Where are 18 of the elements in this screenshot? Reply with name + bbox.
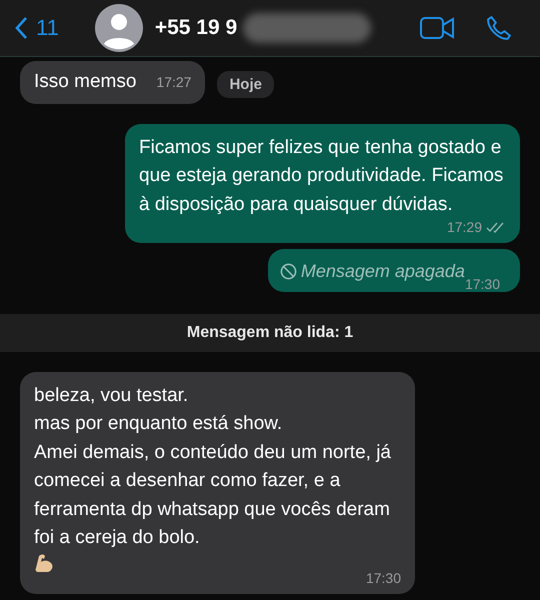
message-text: Isso memso	[34, 71, 136, 92]
video-call-icon[interactable]	[420, 17, 454, 39]
back-button[interactable]: 11	[14, 15, 59, 41]
prohibited-icon	[280, 262, 297, 280]
avatar-icon[interactable]	[94, 4, 143, 52]
message-time: 17:29	[446, 219, 482, 235]
back-chevron-icon	[14, 16, 28, 40]
message-text: Ficamos super felizes que tenha gostado e que esteja gerando produtividade. Ficamos à disposição para quaisquer dúvidas.	[139, 136, 504, 216]
message-time: 17:27	[156, 74, 192, 90]
date-chip: Hoje	[217, 71, 274, 98]
phone-icon[interactable]	[486, 15, 512, 41]
deleted-message-text: Mensagem apagada	[280, 257, 465, 286]
message-text: beleza, vou testar.	[34, 384, 190, 408]
contact-name[interactable]: +55 19 9	[154, 16, 238, 40]
message-time: 17:30	[464, 276, 500, 292]
message-text: mas por enquanto está show.	[34, 412, 284, 436]
message-text: Amei demais, o conteúdo deu um norte, já comecei a desenhar como fazer, e a ferramenta dp whatsapp que vocês deram foi a cereja do bolo.	[34, 440, 392, 550]
message-time: 17:30	[366, 570, 401, 586]
